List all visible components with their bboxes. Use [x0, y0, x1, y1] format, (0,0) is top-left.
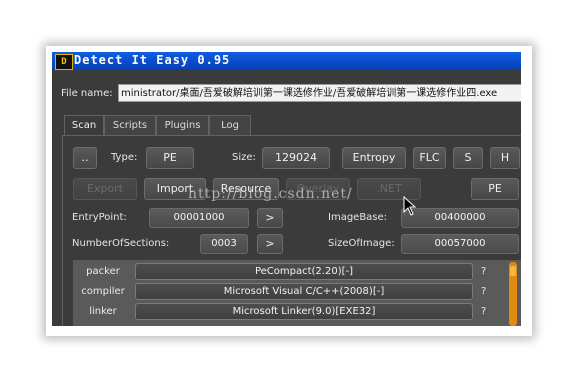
type-label: Type: [111, 152, 138, 163]
s-button[interactable]: S [453, 147, 483, 169]
detect-help-button[interactable]: ? [481, 286, 486, 297]
tab-scan[interactable]: Scan [64, 115, 104, 136]
detect-help-button[interactable]: ? [481, 306, 486, 317]
file-name-label: File name: [61, 88, 113, 99]
sections-value[interactable]: 0003 [200, 234, 248, 254]
watermark: http://blog.csdn.net/ [188, 186, 353, 202]
scrollbar-thumb[interactable] [510, 266, 516, 276]
pe-button[interactable]: PE [471, 178, 519, 200]
detect-type-label: compiler [81, 286, 125, 297]
sizeofimage-value[interactable]: 00057000 [401, 234, 519, 254]
detect-type-label: linker [89, 306, 117, 317]
size-label: Size: [232, 152, 256, 163]
detection-list: packer PeCompact(2.20)[-] ? compiler Mic… [73, 260, 521, 326]
detect-help-button[interactable]: ? [481, 266, 486, 277]
h-button[interactable]: H [490, 147, 520, 169]
app-window: D Detect It Easy 0.95 File name: ministr… [52, 52, 521, 326]
entrypoint-label: EntryPoint: [72, 212, 127, 223]
sizeofimage-label: SizeOfImage: [328, 238, 395, 249]
imagebase-label: ImageBase: [328, 212, 388, 223]
window-title: Detect It Easy 0.95 [74, 53, 231, 67]
entrypoint-value[interactable]: 00001000 [149, 208, 249, 228]
detect-value-packer[interactable]: PeCompact(2.20)[-] [135, 263, 473, 280]
tab-scripts[interactable]: Scripts [104, 115, 156, 135]
title-bar[interactable]: D Detect It Easy 0.95 [52, 52, 521, 70]
detect-type-label: packer [86, 266, 120, 277]
export-button[interactable]: Export [73, 178, 137, 200]
flc-button[interactable]: FLC [413, 147, 446, 169]
size-value: 129024 [262, 147, 330, 169]
app-logo-icon: D [55, 54, 73, 70]
mouse-cursor-icon [403, 196, 417, 216]
file-name-field[interactable]: ministrator/桌面/吾爱破解培训第一课选修作业/吾爱破解培训第一课选修… [118, 84, 521, 102]
type-button[interactable]: PE [146, 147, 194, 169]
detect-value-compiler[interactable]: Microsoft Visual C/C++(2008)[-] [135, 283, 473, 300]
sections-arrow-button[interactable]: > [257, 234, 283, 254]
detection-scrollbar[interactable] [509, 262, 517, 326]
tab-log[interactable]: Log [209, 115, 251, 135]
detect-value-linker[interactable]: Microsoft Linker(9.0)[EXE32] [135, 303, 473, 320]
imagebase-value[interactable]: 00400000 [401, 208, 519, 228]
entrypoint-arrow-button[interactable]: > [257, 208, 283, 228]
entropy-button[interactable]: Entropy [342, 147, 406, 169]
up-button[interactable]: .. [73, 147, 97, 169]
sections-label: NumberOfSections: [72, 238, 170, 249]
tab-plugins[interactable]: Plugins [156, 115, 209, 135]
